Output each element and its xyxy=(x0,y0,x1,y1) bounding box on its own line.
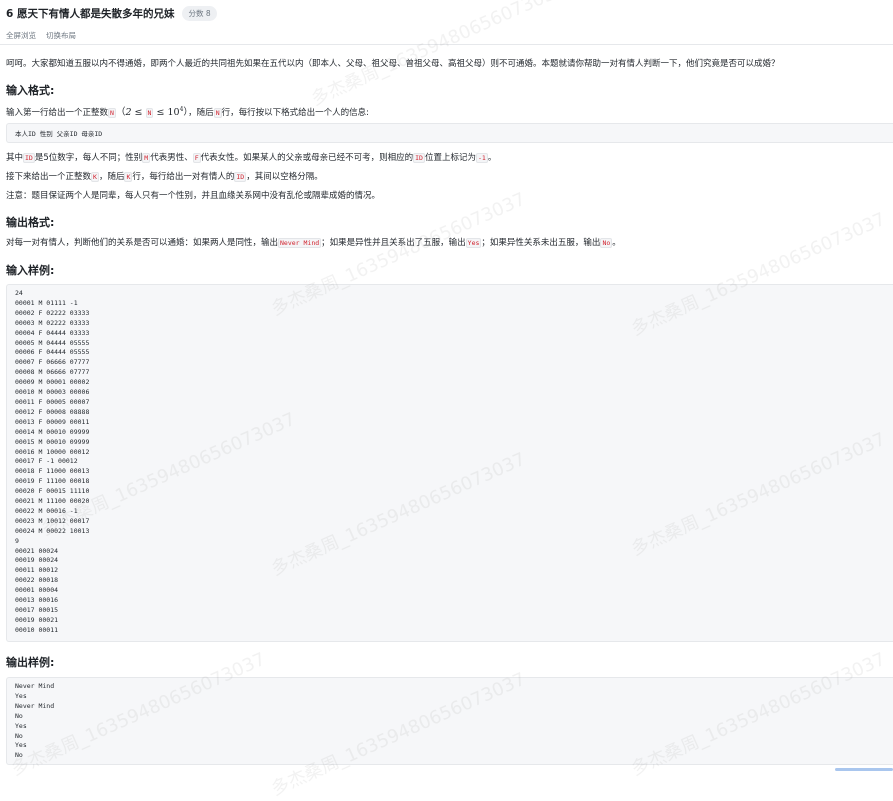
code-k: K xyxy=(91,172,99,182)
code-n: N xyxy=(108,108,116,119)
sample-input-code: 24 00001 M 01111 -1 00002 F 02222 03333 … xyxy=(15,289,90,634)
code-id-2: ID xyxy=(413,153,425,163)
header-divider xyxy=(0,44,893,45)
text-segment: 行，每行按以下格式给出一个人的信息: xyxy=(221,108,369,119)
desc-line-1: 其中 ID 是5位数字，每人不同；性别 M 代表男性、 F 代表女性。如果某人的父亲或母亲已… xyxy=(6,152,496,164)
code-never-mind: Never Mind xyxy=(278,238,322,248)
sample-input-block[interactable]: 24 00001 M 01111 -1 00002 F 02222 03333 … xyxy=(6,284,893,642)
code-id: ID xyxy=(23,153,35,163)
sample-output-block[interactable]: Never Mind Yes Never Mind No Yes No Yes … xyxy=(6,677,893,765)
math-le: ≤ xyxy=(134,107,143,119)
view-links: 全屏浏览 切换布局 xyxy=(6,30,76,41)
text-segment: 其中 xyxy=(6,153,24,163)
text-segment: 是5位数字，每人不同；性别 xyxy=(34,153,143,163)
text-segment: 代表女性。如果某人的父亲或母亲已经不可考，则相应的 xyxy=(200,153,414,163)
text-segment: ，其间以空格分隔。 xyxy=(246,172,323,182)
switch-layout-link[interactable]: 切换布局 xyxy=(46,30,76,41)
text-segment: 接下来给出一个正整数 xyxy=(6,172,92,182)
math-base: 10 xyxy=(167,107,180,119)
math-le-2: ≤ xyxy=(156,107,165,119)
text-segment: ；如果是异性并且关系出了五服，输出 xyxy=(321,238,466,248)
output-format-heading: 输出格式: xyxy=(6,216,55,229)
code-n-math: N xyxy=(145,108,154,119)
text-segment: 。 xyxy=(487,153,497,163)
text-segment: 输入第一行给出一个正整数 xyxy=(6,108,109,119)
code-id-3: ID xyxy=(234,172,247,182)
code-yes: Yes xyxy=(465,238,482,248)
watermark: 多杰桑周_16359480656073037 xyxy=(308,0,569,111)
input-line-1: 输入第一行给出一个正整数 N （2 ≤ N ≤ 104），随后 N 行，每行按以下格式给… xyxy=(6,104,369,119)
input-format-heading: 输入格式: xyxy=(6,84,55,97)
sample-output-code: Never Mind Yes Never Mind No Yes No Yes … xyxy=(15,682,55,760)
format-code-block: 本人ID 性别 父亲ID 母亲ID xyxy=(6,123,893,143)
sample-input-heading: 输入样例: xyxy=(6,264,55,277)
format-code: 本人ID 性别 父亲ID 母亲ID xyxy=(15,130,103,138)
text-segment: ，随后 xyxy=(188,108,214,119)
n-range-math: （2 ≤ N ≤ 104） xyxy=(116,106,188,119)
text-segment: ，随后 xyxy=(98,172,125,182)
sample-output-heading: 输出样例: xyxy=(6,656,55,669)
text-segment: 代表男性、 xyxy=(150,153,193,163)
code-n-2: N xyxy=(213,108,222,119)
output-desc: 对每一对有情人，判断他们的关系是否可以通婚：如果两人是同性，输出 Never Mi… xyxy=(6,237,621,249)
text-segment: 。 xyxy=(612,238,621,248)
note-line: 注意：题目保证两个人是同辈，每人只有一个性别，并且血缘关系网中没有乱伦或隔辈成婚… xyxy=(6,191,381,201)
problem-intro: 呵呵。大家都知道五服以内不得通婚，即两个人最近的共同祖先如果在五代以内（即本人、… xyxy=(6,59,780,69)
title-row: 6 愿天下有情人都是失散多年的兄妹 分数 8 xyxy=(6,6,217,21)
text-segment: 位置上标记为 xyxy=(424,153,476,163)
code-neg-one: -1 xyxy=(475,153,488,163)
score-badge: 分数 8 xyxy=(182,6,217,21)
code-m: M xyxy=(142,153,151,163)
fullscreen-link[interactable]: 全屏浏览 xyxy=(6,30,36,41)
text-segment: ；如果异性关系未出五服，输出 xyxy=(481,238,601,248)
code-f: F xyxy=(192,153,201,163)
code-no: No xyxy=(600,238,613,248)
desc-line-2: 接下来给出一个正整数 K ，随后 K 行，每行给出一对有情人的 ID ，其间以空格分隔。 xyxy=(6,171,323,183)
problem-title: 6 愿天下有情人都是失散多年的兄妹 xyxy=(6,8,175,20)
text-segment: 行，每行给出一对有情人的 xyxy=(132,172,235,182)
math-lower: 2 xyxy=(125,107,132,119)
text-segment: 对每一对有情人，判断他们的关系是否可以通婚：如果两人是同性，输出 xyxy=(6,238,279,248)
